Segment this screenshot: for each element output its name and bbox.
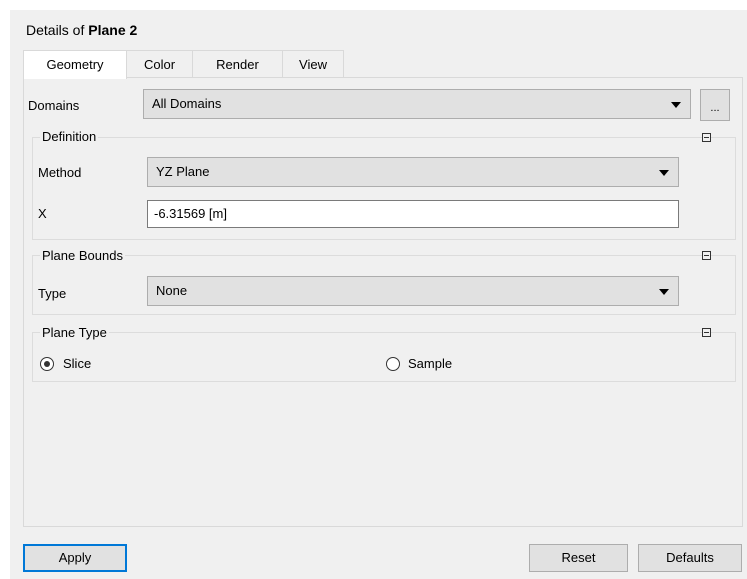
sample-radio[interactable] — [386, 357, 400, 371]
tab-render[interactable]: Render — [192, 50, 283, 77]
x-label: X — [38, 206, 47, 221]
collapse-icon[interactable] — [702, 133, 711, 142]
slice-radio[interactable] — [40, 357, 54, 371]
plane-bounds-title: Plane Bounds — [40, 248, 125, 263]
chevron-down-icon — [659, 289, 669, 295]
reset-button[interactable]: Reset — [529, 544, 628, 572]
method-label: Method — [38, 165, 82, 180]
chevron-down-icon — [671, 102, 681, 108]
apply-button[interactable]: Apply — [23, 544, 127, 572]
slice-label[interactable]: Slice — [63, 356, 91, 371]
domains-more-button[interactable]: ... — [700, 89, 730, 121]
tab-color[interactable]: Color — [126, 50, 193, 77]
tab-geometry[interactable]: Geometry — [23, 50, 127, 79]
method-dropdown[interactable]: YZ Plane — [147, 157, 679, 187]
domains-dropdown[interactable]: All Domains — [143, 89, 691, 119]
sample-label[interactable]: Sample — [408, 356, 452, 371]
chevron-down-icon — [659, 170, 669, 176]
method-value: YZ Plane — [156, 164, 210, 179]
collapse-icon[interactable] — [702, 328, 711, 337]
defaults-button[interactable]: Defaults — [638, 544, 742, 572]
plane-type-title: Plane Type — [40, 325, 109, 340]
collapse-icon[interactable] — [702, 251, 711, 260]
panel-title-object: Plane 2 — [88, 22, 138, 38]
bounds-type-value: None — [156, 283, 188, 298]
definition-title: Definition — [40, 129, 99, 144]
bounds-type-dropdown[interactable]: None — [147, 276, 679, 306]
tab-view[interactable]: View — [282, 50, 344, 77]
bounds-type-label: Type — [38, 286, 67, 301]
domains-label: Domains — [28, 98, 80, 113]
x-coordinate-input[interactable]: -6.31569 [m] — [147, 200, 679, 228]
domains-value: All Domains — [152, 96, 222, 111]
panel-title-prefix: Details of — [26, 22, 85, 38]
radio-selected-icon — [44, 361, 50, 367]
panel-title: Details of Plane 2 — [26, 22, 137, 38]
plane-type-group — [32, 332, 736, 382]
